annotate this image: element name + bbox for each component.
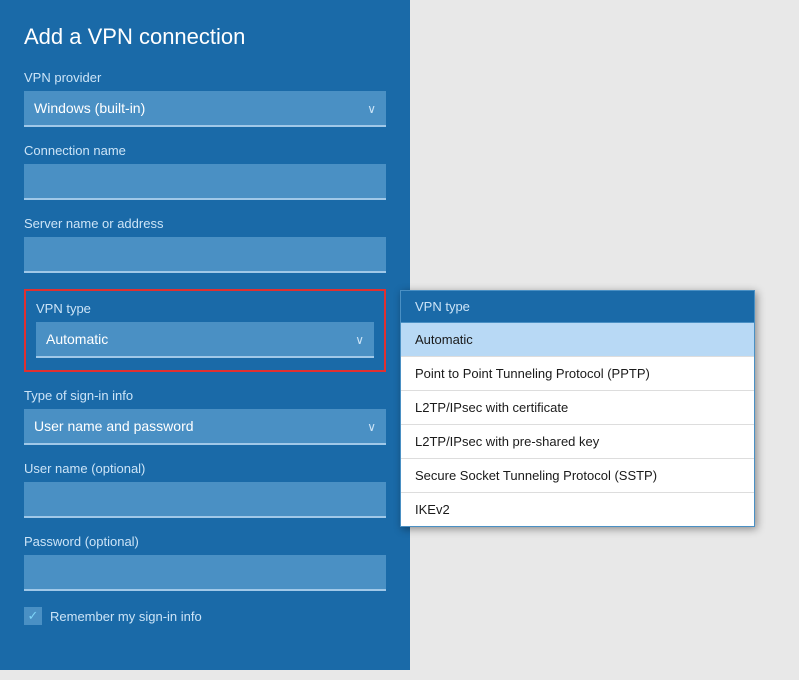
- server-label: Server name or address: [24, 216, 386, 231]
- username-group: User name (optional): [24, 461, 386, 518]
- vpn-dropdown-item-1[interactable]: Point to Point Tunneling Protocol (PPTP): [401, 357, 754, 391]
- vpn-type-dropdown-popup: VPN type AutomaticPoint to Point Tunneli…: [400, 290, 755, 527]
- checkmark-icon: ✓: [28, 608, 39, 624]
- remember-label: Remember my sign-in info: [50, 609, 202, 624]
- password-group: Password (optional): [24, 534, 386, 591]
- vpn-dropdown-item-5[interactable]: IKEv2: [401, 493, 754, 526]
- remember-row: ✓ Remember my sign-in info: [24, 607, 386, 625]
- sign-in-dropdown[interactable]: User name and password: [24, 409, 386, 445]
- password-input[interactable]: [24, 555, 386, 591]
- vpn-dropdown-item-3[interactable]: L2TP/IPsec with pre-shared key: [401, 425, 754, 459]
- connection-name-label: Connection name: [24, 143, 386, 158]
- connection-name-group: Connection name: [24, 143, 386, 200]
- password-label: Password (optional): [24, 534, 386, 549]
- vpn-provider-label: VPN provider: [24, 70, 386, 85]
- vpn-dropdown-popup-header: VPN type: [401, 291, 754, 323]
- sign-in-group: Type of sign-in info User name and passw…: [24, 388, 386, 445]
- vpn-type-group: VPN type Automatic ∨: [24, 289, 386, 372]
- sign-in-dropdown-wrapper: User name and password ∨: [24, 409, 386, 445]
- vpn-type-dropdown-wrapper: Automatic ∨: [36, 322, 374, 358]
- username-input[interactable]: [24, 482, 386, 518]
- vpn-form-panel: Add a VPN connection VPN provider Window…: [0, 0, 410, 670]
- vpn-provider-group: VPN provider Windows (built-in) ∨: [24, 70, 386, 127]
- vpn-dropdown-item-2[interactable]: L2TP/IPsec with certificate: [401, 391, 754, 425]
- server-input[interactable]: [24, 237, 386, 273]
- vpn-provider-dropdown-wrapper: Windows (built-in) ∨: [24, 91, 386, 127]
- username-label: User name (optional): [24, 461, 386, 476]
- page-title: Add a VPN connection: [24, 24, 386, 50]
- vpn-dropdown-item-0[interactable]: Automatic: [401, 323, 754, 357]
- vpn-dropdown-item-4[interactable]: Secure Socket Tunneling Protocol (SSTP): [401, 459, 754, 493]
- vpn-provider-dropdown[interactable]: Windows (built-in): [24, 91, 386, 127]
- connection-name-input[interactable]: [24, 164, 386, 200]
- vpn-type-label: VPN type: [36, 301, 374, 316]
- remember-checkbox[interactable]: ✓: [24, 607, 42, 625]
- vpn-type-dropdown[interactable]: Automatic: [36, 322, 374, 358]
- server-group: Server name or address: [24, 216, 386, 273]
- sign-in-label: Type of sign-in info: [24, 388, 386, 403]
